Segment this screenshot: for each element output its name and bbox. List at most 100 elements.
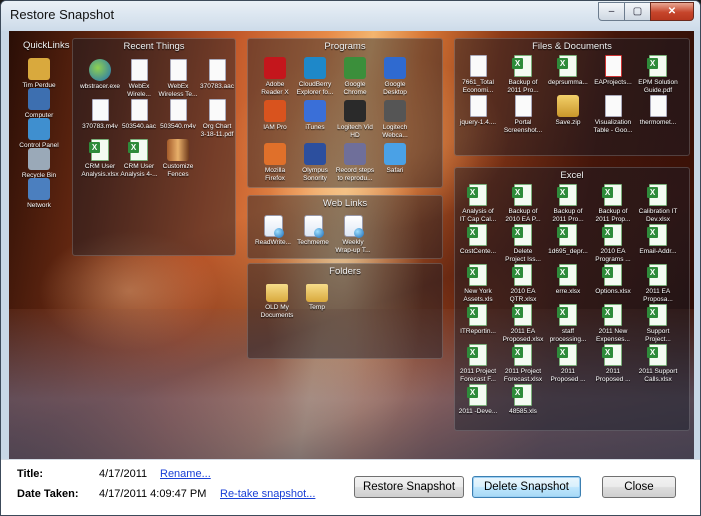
close-button[interactable]: Close	[602, 476, 676, 498]
item-label-line2: Programs ...	[595, 255, 631, 263]
excel-item-costcente[interactable]: CostCente...	[455, 224, 501, 256]
delete-snapshot-button[interactable]: Delete Snapshot	[472, 476, 581, 498]
files-item-epm-solution-guide-pdf[interactable]: EPM SolutionGuide.pdf	[635, 55, 681, 94]
quicklinks-item-recycle-bin[interactable]: Recycle Bin	[16, 148, 62, 180]
item-label: 48585.xls	[509, 408, 537, 415]
files-item-7661-total-economi[interactable]: 7661_Total Economi...	[455, 55, 501, 94]
programs-item-logitech-webca[interactable]: Logitech Webca...	[372, 100, 418, 139]
excel-item-2011-ea-proposa[interactable]: 2011 EAProposa...	[635, 264, 681, 303]
weblinks-item-weekly-wrap-up-t[interactable]: Weekly Wrap-up T...	[330, 215, 376, 254]
item-label: 2010 EA	[510, 288, 536, 295]
excel-file-icon	[512, 344, 532, 366]
files-item-portal-screenshot[interactable]: Portal Screenshot...	[500, 95, 546, 134]
program-icon	[384, 57, 406, 79]
excel-item-calibration-it-dev-xlsx[interactable]: Calibration ITDev.xlsx	[635, 184, 681, 223]
excel-item-itreportin[interactable]: ITReportin...	[455, 304, 501, 336]
excel-item-2011-support-calls-xlsx[interactable]: 2011 SupportCalls.xlsx	[635, 344, 681, 383]
quicklinks-item-computer[interactable]: Computer	[16, 88, 62, 120]
excel-item-2011-ea-proposed-xlsx[interactable]: 2011 EAProposed.xlsx	[500, 304, 546, 343]
item-label: Calibration IT	[638, 208, 678, 215]
item-label-line2: 2011 Prop...	[595, 215, 631, 223]
excel-item-email-addr[interactable]: Email-Addr...	[635, 224, 681, 256]
fence-web-links: Web Links ReadWrite... Techmeme Weekly Wrap…	[247, 195, 443, 259]
excel-file-icon	[647, 55, 667, 77]
item-label-line2: 2010 EA P...	[505, 215, 541, 223]
excel-item-48585-xls[interactable]: 48585.xls	[500, 384, 546, 416]
excel-item-erre-xlsx[interactable]: erre.xlsx	[545, 264, 591, 296]
excel-item-2011-proposed[interactable]: 2011Proposed ...	[545, 344, 591, 383]
excel-item-backup-of-2010-ea-p[interactable]: Backup of2010 EA P...	[500, 184, 546, 223]
document-icon	[649, 95, 667, 117]
item-label-line2: Wireless Te...	[158, 90, 198, 98]
item-label: 2011 -Deve...	[458, 408, 498, 415]
files-item-save-zip[interactable]: Save.zip	[545, 95, 591, 127]
fence-title-programs: Programs	[324, 41, 366, 52]
item-label: staff	[561, 328, 575, 335]
item-label: Backup of	[508, 79, 538, 86]
item-label-line2: 2011 Pro...	[507, 86, 539, 94]
excel-file-icon	[602, 184, 622, 206]
recent-item-370783-aac[interactable]: 370783.aac	[194, 59, 240, 91]
fence-title-folders: Folders	[329, 266, 361, 277]
item-label: Backup of	[553, 208, 583, 215]
program-icon	[264, 57, 286, 79]
fence-recent-things: Recent Things wbstracer.exe WebEx Wirele..…	[72, 38, 236, 256]
item-label: Safari	[386, 167, 404, 174]
excel-item-2011-proposed[interactable]: 2011Proposed ...	[590, 344, 636, 383]
minimize-button[interactable]: –	[598, 2, 625, 21]
program-icon	[304, 100, 326, 122]
folder-icon	[266, 284, 288, 302]
excel-item-2010-ea-programs[interactable]: 2010 EAPrograms ...	[590, 224, 636, 263]
excel-item-options-xlsx[interactable]: Options.xlsx	[590, 264, 636, 296]
item-label-line2: 3-18-11.pdf	[200, 130, 234, 138]
fence-title-weblinks: Web Links	[322, 198, 368, 209]
quicklinks-item-control-panel[interactable]: Control Panel	[16, 118, 62, 150]
maximize-button[interactable]: ▢	[624, 2, 651, 21]
files-item-eaprojects[interactable]: EAProjects...	[590, 55, 636, 87]
excel-item-backup-of-2011-prop[interactable]: Backup of2011 Prop...	[590, 184, 636, 223]
item-label: 370783.aac	[200, 83, 234, 90]
excel-item-delete-project-iss[interactable]: DeleteProject Iss...	[500, 224, 546, 263]
quicklinks-item-network[interactable]: Network	[16, 178, 62, 210]
program-icon	[264, 100, 286, 122]
recent-item-customize-fences[interactable]: Customize Fences	[155, 139, 201, 178]
item-label-line2: Fences	[167, 170, 189, 178]
snapshot-preview: QuickLinks Tim Perdue Computer Control Pan…	[9, 31, 694, 459]
programs-item-safari[interactable]: Safari	[372, 143, 418, 175]
files-item-backup-of-2011-pro[interactable]: Backup of2011 Pro...	[500, 55, 546, 94]
excel-item-2011-new-expenses[interactable]: 2011 NewExpenses...	[590, 304, 636, 343]
item-label: Visualization	[594, 119, 632, 126]
files-item-deprsumma[interactable]: deprsumma...	[545, 55, 591, 87]
files-item-jquery-1-4[interactable]: jquery-1.4....	[455, 95, 501, 127]
excel-file-icon	[557, 304, 577, 326]
recent-item-org-chart-3-18-11-pdf[interactable]: Org Chart 3-18-11.pdf	[194, 99, 240, 138]
excel-file-icon	[647, 224, 667, 246]
programs-item-google-desktop[interactable]: Google Desktop	[372, 57, 418, 96]
close-window-button[interactable]: ✕	[650, 2, 694, 21]
excel-item-staff-processing[interactable]: staffprocessing...	[545, 304, 591, 343]
folders-item-temp[interactable]: Temp	[294, 280, 340, 312]
excel-item-backup-of-2011-pro[interactable]: Backup of2011 Pro...	[545, 184, 591, 223]
document-icon	[469, 95, 487, 117]
excel-item-analysis-of-it-cap-cal[interactable]: Analysis ofIT Cap Cal...	[455, 184, 501, 223]
excel-item-1d695-depr[interactable]: 1d695_depr...	[545, 224, 591, 256]
item-label-line2: processing...	[549, 335, 587, 343]
excel-item-2011-project-forecast-f[interactable]: 2011 ProjectForecast F...	[455, 344, 501, 383]
item-label: jquery-1.4....	[459, 119, 497, 126]
document-icon	[604, 95, 622, 117]
window-title: Restore Snapshot	[10, 7, 115, 22]
quicklinks-item-tim-perdue[interactable]: Tim Perdue	[16, 58, 62, 90]
title-bar[interactable]: Restore Snapshot – ▢ ✕	[1, 1, 700, 31]
restore-snapshot-button[interactable]: Restore Snapshot	[354, 476, 464, 498]
excel-item-2011-project-forecast-xlsx[interactable]: 2011 ProjectForecast.xlsx	[500, 344, 546, 383]
excel-item-2010-ea-qtr-xlsx[interactable]: 2010 EAQTR.xlsx	[500, 264, 546, 303]
excel-item-new-york-assets-xls[interactable]: New YorkAssets.xls	[455, 264, 501, 303]
user-folder-icon	[28, 58, 50, 80]
excel-item-2011-deve[interactable]: 2011 -Deve...	[455, 384, 501, 416]
files-item-thermomet[interactable]: thermomet...	[635, 95, 681, 127]
files-item-visualization-table-goo[interactable]: Visualization Table - Goo...	[590, 95, 636, 134]
excel-item-support-project[interactable]: SupportProject...	[635, 304, 681, 343]
document-icon	[514, 95, 532, 117]
rename-link[interactable]: Rename...	[160, 468, 211, 480]
retake-snapshot-link[interactable]: Re-take snapshot...	[220, 488, 315, 500]
